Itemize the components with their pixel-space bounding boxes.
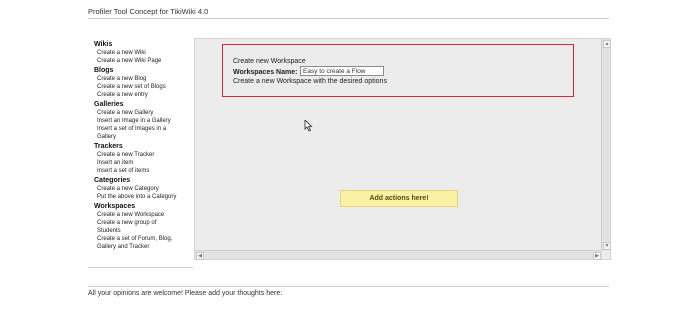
sidebar-item[interactable]: Create a new Blog bbox=[94, 75, 192, 83]
sidebar-heading: Workspaces bbox=[94, 203, 136, 210]
scroll-down-icon[interactable]: ▼ bbox=[603, 242, 611, 250]
sidebar-heading: Galleries bbox=[94, 101, 124, 108]
sidebar-item[interactable]: Insert a set of items bbox=[94, 167, 192, 175]
scroll-right-icon[interactable]: ▶ bbox=[593, 252, 601, 260]
scroll-left-icon[interactable]: ◀ bbox=[196, 252, 204, 260]
workspace-canvas[interactable]: Create new Workspace Workspaces Name: Cr… bbox=[194, 38, 611, 260]
sidebar-item[interactable]: Students bbox=[94, 227, 192, 235]
sidebar-section-galleries: Galleries Create a new Gallery Insert an… bbox=[88, 100, 192, 141]
sidebar-item[interactable]: Create a new Tracker bbox=[94, 151, 192, 159]
sidebar-heading: Wikis bbox=[94, 41, 113, 48]
sidebar-section-workspaces: Workspaces Create a new Workspace Create… bbox=[88, 202, 192, 251]
sidebar-item[interactable]: Put the above into a Category bbox=[94, 193, 192, 201]
scroll-up-icon[interactable]: ▲ bbox=[603, 40, 611, 48]
horizontal-scrollbar[interactable]: ◀ ▶ bbox=[195, 250, 602, 260]
sidebar-item[interactable]: Create a new Wiki Page bbox=[94, 57, 192, 65]
sidebar-item[interactable]: Insert an Image in a Gallery bbox=[94, 117, 192, 125]
footer-divider bbox=[88, 286, 609, 287]
sidebar: Wikis Create a new Wiki Create a new Wik… bbox=[88, 40, 192, 267]
workspace-form-title: Create new Workspace bbox=[233, 58, 306, 65]
mouse-cursor-icon bbox=[304, 120, 313, 132]
sidebar-item[interactable]: Create a new group of bbox=[94, 219, 192, 227]
sidebar-section-wikis: Wikis Create a new Wiki Create a new Wik… bbox=[88, 40, 192, 65]
sidebar-heading: Categories bbox=[94, 177, 131, 184]
vertical-scrollbar[interactable]: ▲ ▼ bbox=[601, 39, 611, 251]
sidebar-item[interactable]: Insert an item bbox=[94, 159, 192, 167]
workspace-form-description: Create a new Workspace with the desired … bbox=[233, 78, 387, 85]
sidebar-item[interactable]: Create a new set of Blogs bbox=[94, 83, 192, 91]
sidebar-item[interactable]: Insert a set of Images in a bbox=[94, 125, 192, 133]
sidebar-item[interactable]: Create a new Workspace bbox=[94, 211, 192, 219]
sidebar-item[interactable]: Gallery bbox=[94, 133, 192, 141]
sidebar-item[interactable]: Create a new Gallery bbox=[94, 109, 192, 117]
sidebar-item[interactable]: Gallery and Tracker bbox=[94, 243, 192, 251]
workspace-form-box: Create new Workspace Workspaces Name: Cr… bbox=[222, 44, 574, 97]
sidebar-section-categories: Categories Create a new Category Put the… bbox=[88, 176, 192, 201]
sidebar-heading: Trackers bbox=[94, 143, 123, 150]
page-title: Profiler Tool Concept for TikiWiki 4.0 bbox=[88, 7, 209, 16]
sidebar-item[interactable]: Create a new Wiki bbox=[94, 49, 192, 57]
sidebar-section-blogs: Blogs Create a new Blog Create a new set… bbox=[88, 66, 192, 99]
sidebar-item[interactable]: Create a new Category bbox=[94, 185, 192, 193]
title-divider bbox=[88, 18, 609, 19]
sidebar-item[interactable]: Create a set of Forum, Blog, bbox=[94, 235, 192, 243]
workspace-name-input[interactable] bbox=[300, 66, 384, 76]
sidebar-heading: Blogs bbox=[94, 67, 114, 74]
sidebar-item[interactable]: Create a new entry bbox=[94, 91, 192, 99]
sidebar-divider bbox=[88, 267, 193, 268]
sidebar-section-trackers: Trackers Create a new Tracker Insert an … bbox=[88, 142, 192, 175]
add-actions-button[interactable]: Add actions here! bbox=[340, 190, 458, 207]
workspace-name-label: Workspaces Name: bbox=[233, 69, 298, 76]
footer-text: All your opinions are welcome! Please ad… bbox=[88, 290, 283, 297]
